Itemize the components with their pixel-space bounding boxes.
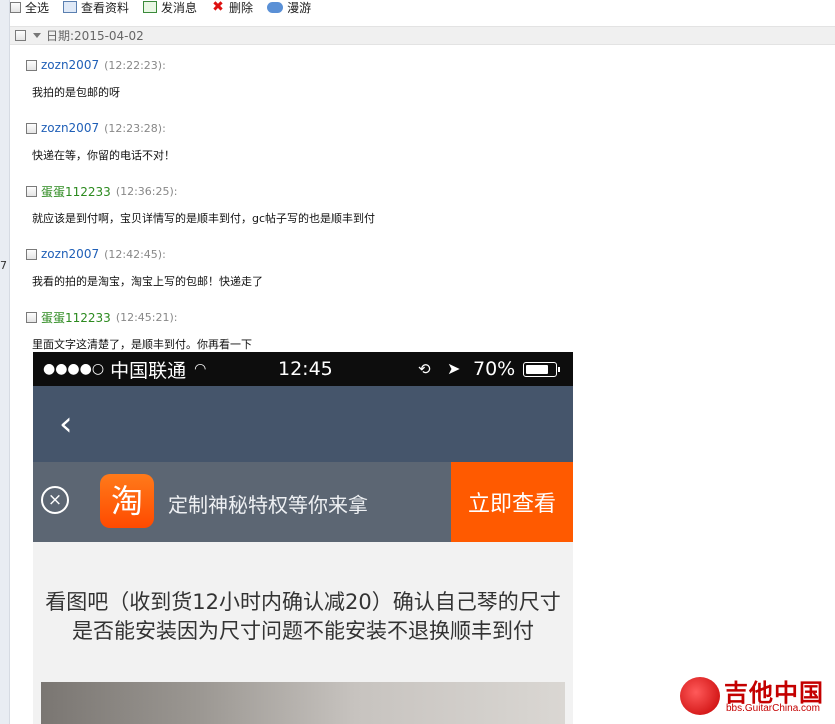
message-sender[interactable]: 蛋蛋112233 xyxy=(41,183,111,200)
message-checkbox[interactable] xyxy=(26,122,37,134)
message-text: 里面文字这清楚了，是顺丰到付。你再看一下 xyxy=(32,338,252,351)
date-group-label: 日期:2015-04-02 xyxy=(46,29,144,43)
send-message-button[interactable]: 发消息 xyxy=(143,0,198,15)
profile-card-icon xyxy=(63,1,78,13)
select-all-label: 全选 xyxy=(25,0,50,15)
message-sender[interactable]: 蛋蛋112233 xyxy=(41,309,111,326)
carrier-name: 中国联通 xyxy=(110,359,187,382)
taobao-promo-banner: × 淘 定制神秘特权等你来拿 立即查看 xyxy=(33,462,573,542)
message-time: (12:23:28): xyxy=(104,121,166,135)
message-time: (12:45:21): xyxy=(115,310,178,324)
message-time: (12:36:25): xyxy=(115,184,178,198)
roam-label: 漫游 xyxy=(287,0,312,15)
phone-clock: 12:45 xyxy=(278,358,333,380)
message-time: (12:42:45): xyxy=(104,247,166,261)
product-photo xyxy=(41,682,565,724)
chat-message: 蛋蛋112233 (12:36:25): 就应该是到付啊，宝贝详情写的是顺丰到付… xyxy=(26,184,375,226)
location-arrow-icon: ➤ xyxy=(447,359,461,378)
chat-message: zozn2007 (12:42:45): 我看的拍的是淘宝，淘宝上写的包邮！快递… xyxy=(26,247,263,289)
send-message-icon xyxy=(143,1,158,13)
select-all-checkbox[interactable] xyxy=(10,1,21,13)
message-sender[interactable]: zozn2007 xyxy=(41,247,99,261)
product-description: 看图吧（收到货12小时内确认减20）确认自己琴的尺寸是否能安装因为尺寸问题不能安… xyxy=(45,590,561,643)
message-text: 就应该是到付啊，宝贝详情写的是顺丰到付，gc帖子写的也是顺丰到付 xyxy=(32,212,376,225)
promo-text: 定制神秘特权等你来拿 xyxy=(168,493,368,517)
message-checkbox[interactable] xyxy=(26,59,37,71)
wifi-icon: ◠ xyxy=(194,361,207,377)
send-message-label: 发消息 xyxy=(161,0,198,15)
close-circle-icon: × xyxy=(41,486,69,514)
delete-button[interactable]: ✖ 删除 xyxy=(211,0,254,15)
message-sender[interactable]: zozn2007 xyxy=(41,58,99,72)
view-profile-button[interactable]: 查看资料 xyxy=(63,0,130,15)
view-now-button: 立即查看 xyxy=(451,462,573,542)
collapse-triangle-icon[interactable] xyxy=(33,33,41,38)
roam-button[interactable]: 漫游 xyxy=(267,0,312,15)
message-checkbox[interactable] xyxy=(26,185,37,197)
message-checkbox[interactable] xyxy=(26,248,37,260)
message-time: (12:22:23): xyxy=(104,58,166,72)
view-profile-label: 查看资料 xyxy=(81,0,130,15)
chat-message: 蛋蛋112233 (12:45:21): 里面文字这清楚了，是顺丰到付。你再看一… xyxy=(26,310,252,352)
chat-message: zozn2007 (12:22:23): 我拍的是包邮的呀 xyxy=(26,58,166,100)
back-chevron-icon: ‹ xyxy=(59,404,73,444)
taobao-app-icon: 淘 xyxy=(100,474,154,528)
select-all-button[interactable]: 全选 xyxy=(10,0,50,15)
site-watermark: 吉他中国 bbs.GuitarChina.com xyxy=(680,673,830,719)
app-nav-bar: ‹ xyxy=(33,386,573,462)
message-text: 我拍的是包邮的呀 xyxy=(32,86,120,99)
message-text: 快递在等，你留的电话不对！ xyxy=(32,149,175,162)
roam-cloud-icon xyxy=(267,1,284,13)
chat-message: zozn2007 (12:23:28): 快递在等，你留的电话不对！ xyxy=(26,121,175,163)
message-sender[interactable]: zozn2007 xyxy=(41,121,99,135)
battery-percent: 70% xyxy=(473,358,516,380)
battery-icon xyxy=(523,362,560,377)
message-checkbox[interactable] xyxy=(26,311,37,323)
toolbar: 全选 查看资料 发消息 ✖ 删除 漫游 xyxy=(10,0,835,15)
signal-strength-icon: ●●●●○ xyxy=(43,361,105,377)
message-text: 我看的拍的是淘宝，淘宝上写的包邮！快递走了 xyxy=(32,275,263,288)
delete-label: 删除 xyxy=(229,0,254,15)
watermark-url: bbs.GuitarChina.com xyxy=(726,703,820,714)
phone-status-bar: ●●●●○ 中国联通 ◠ 12:45 ⟲ ➤ 70% xyxy=(33,352,573,386)
date-group-header[interactable]: 日期:2015-04-02 xyxy=(10,26,835,45)
left-panel-strip: 7 xyxy=(0,0,10,724)
left-strip-marker: 7 xyxy=(0,259,7,272)
date-group-checkbox[interactable] xyxy=(15,30,26,41)
delete-x-icon: ✖ xyxy=(212,0,224,15)
rotation-lock-icon: ⟲ xyxy=(418,360,431,378)
guitar-logo-icon xyxy=(680,677,720,715)
embedded-phone-screenshot[interactable]: ●●●●○ 中国联通 ◠ 12:45 ⟲ ➤ 70% ‹ × 淘 定制神秘特权等… xyxy=(33,352,573,724)
